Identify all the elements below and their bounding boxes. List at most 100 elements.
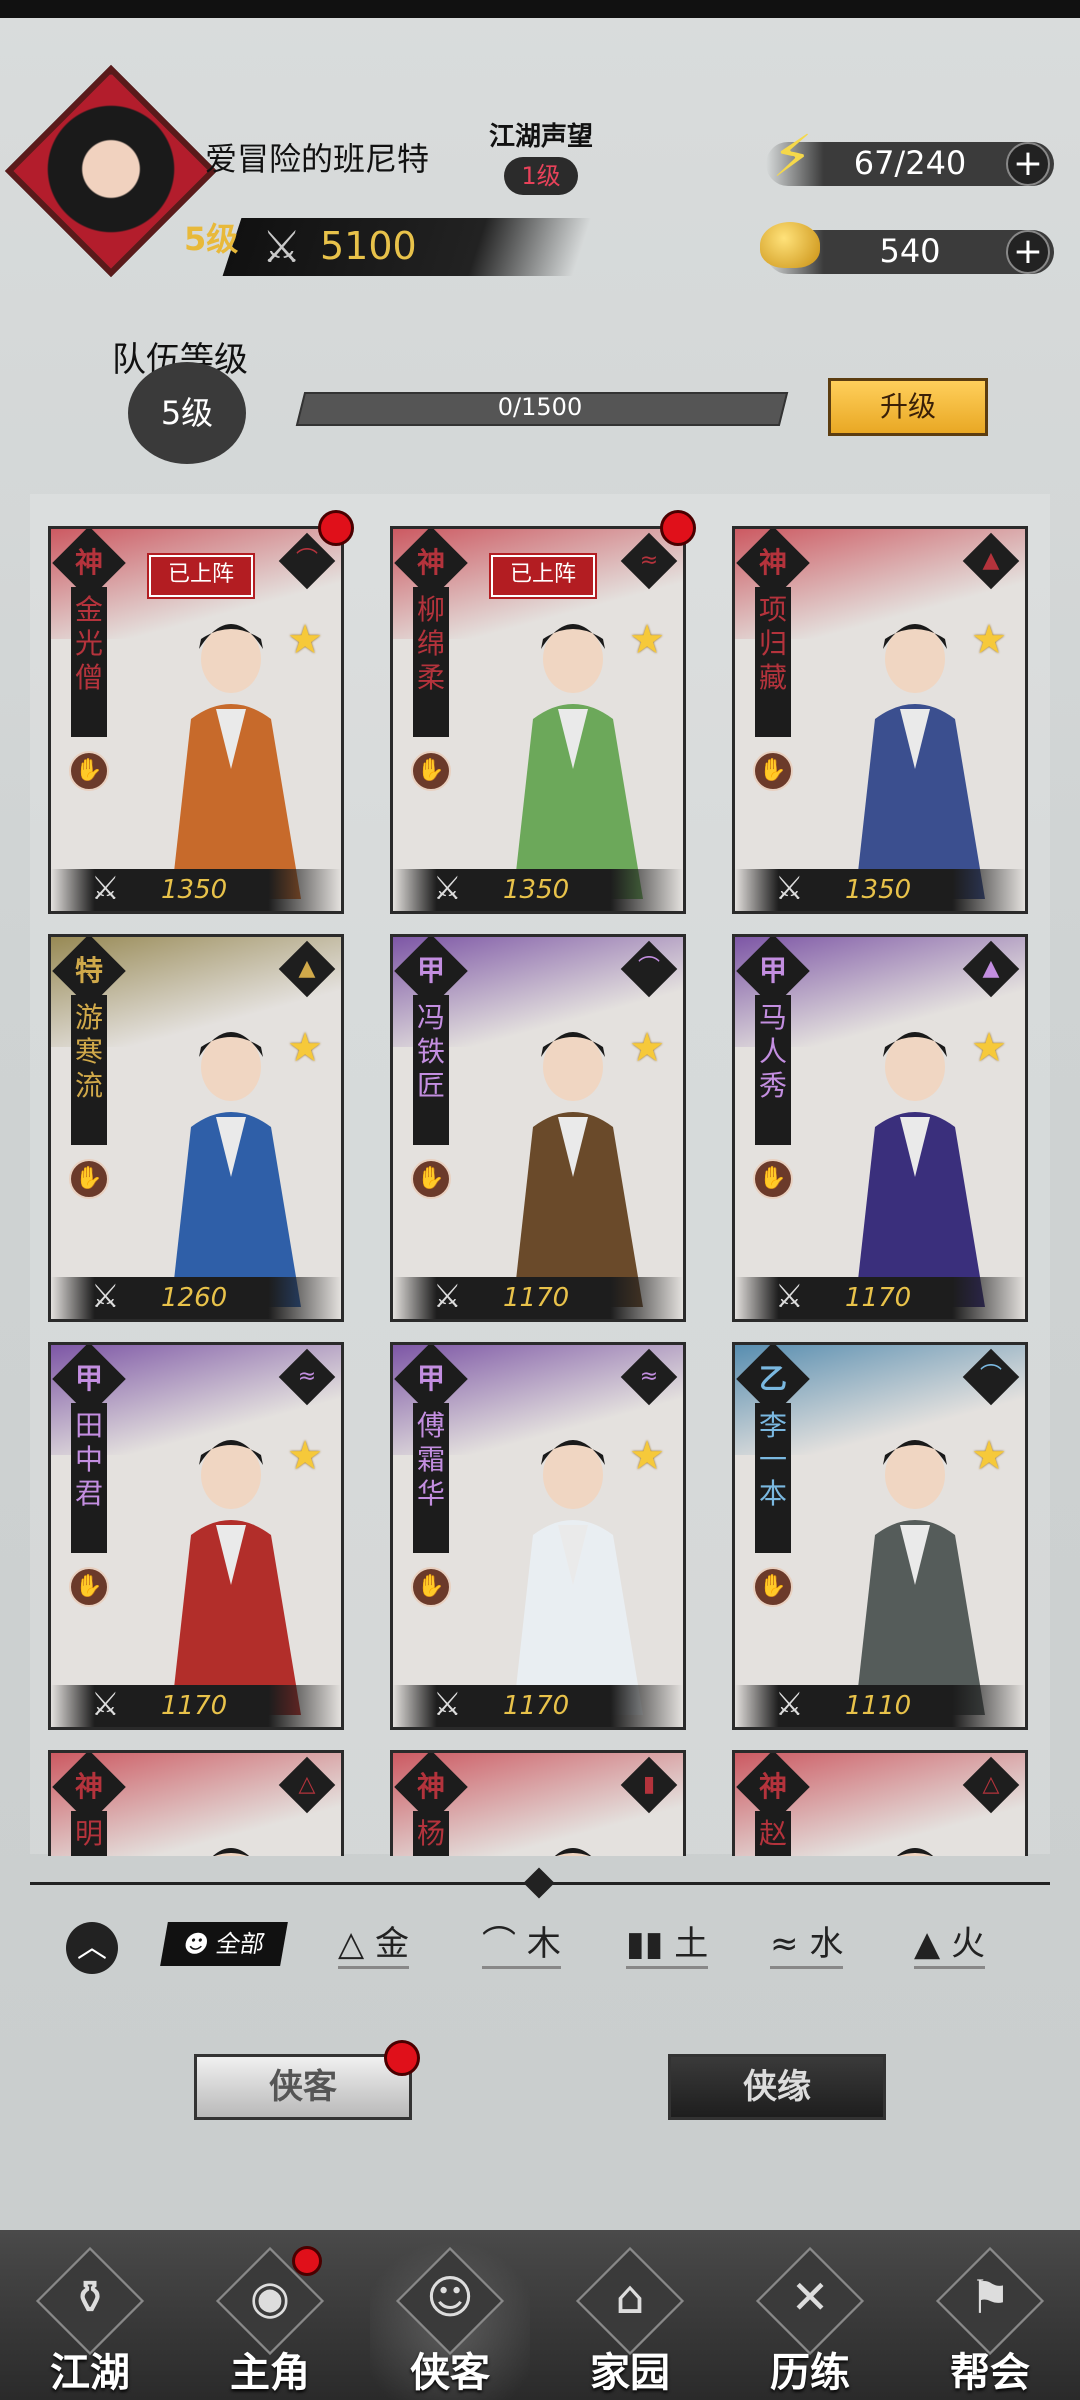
hero-card[interactable]: 甲 傅霜华 ≈ ✋ ★ ⚔ 1170 (390, 1342, 686, 1730)
filter-all-button[interactable]: ☻ 全部 (160, 1922, 288, 1966)
earth-icon: ▮▮ (626, 1924, 664, 1964)
wood-icon: ⌒ (482, 1924, 516, 1964)
fire-element-icon: ▲ (982, 956, 1000, 981)
crossed-swords-icon: ⚔ (262, 222, 302, 273)
upgrade-button[interactable]: 升级 (828, 378, 988, 436)
hero-grid: 神 金光僧 ⌒ ✋ ★ ⚔ 1350 已上阵 神 柳绵柔 ≈ ✋ ★ ⚔ 135… (0, 500, 1080, 1856)
hero-name: 游寒流 (74, 1001, 103, 1102)
crossed-swords-icon: ⚔ (433, 1685, 462, 1723)
hero-name: 杨 (416, 1817, 445, 1850)
hero-rank: 甲 (416, 954, 445, 987)
filter-metal-button[interactable]: △ 金 (338, 1916, 409, 1969)
hero-power: 1170 (845, 1283, 912, 1313)
team-exp-text: 0/1500 (497, 393, 583, 421)
status-bar (0, 0, 1080, 18)
tab-heroes[interactable]: 侠客 (194, 2054, 412, 2120)
hero-card[interactable]: 特 游寒流 ▲ ✋ ★ ⚔ 1260 (48, 934, 344, 1322)
school-icon: ✋ (753, 1567, 793, 1607)
school-icon: ✋ (69, 1159, 109, 1199)
filter-fire-label: 火 (950, 1924, 985, 1964)
school-icon: ✋ (411, 751, 451, 791)
nav-jianghu[interactable]: ⚱ 江湖 (10, 2230, 170, 2400)
nav-heroes[interactable]: ☺ 侠客 (370, 2230, 530, 2400)
nav-label: 帮会 (950, 2349, 1030, 2396)
hero-card[interactable]: 甲 马人秀 ▲ ✋ ★ ⚔ 1170 (732, 934, 1028, 1322)
hero-card[interactable]: 甲 冯铁匠 ⌒ ✋ ★ ⚔ 1170 (390, 934, 686, 1322)
hero-card[interactable]: 神 赵 △ (732, 1750, 1028, 1856)
filter-fire-button[interactable]: ▲ 火 (914, 1916, 985, 1969)
hero-name: 冯铁匠 (416, 1001, 445, 1102)
hero-name: 傅霜华 (416, 1409, 445, 1510)
filter-earth-button[interactable]: ▮▮ 土 (626, 1916, 709, 1969)
collapse-icon[interactable]: ︿ (66, 1922, 118, 1974)
hero-card[interactable]: 神 柳绵柔 ≈ ✋ ★ ⚔ 1350 已上阵 (390, 526, 686, 914)
hero-red-dot (660, 510, 696, 546)
fire-icon: ▲ (914, 1924, 941, 1964)
home-icon: ⌂ (615, 2270, 645, 2324)
hero-rank: 甲 (758, 954, 787, 987)
nav-training[interactable]: ✕ 历练 (730, 2230, 890, 2400)
hero-name: 明 (74, 1817, 103, 1850)
filter-all-label: 全部 (213, 1930, 267, 1958)
nav-label: 历练 (770, 2349, 850, 2396)
star-icon: ★ (629, 1025, 665, 1071)
hero-name: 项归藏 (758, 593, 787, 694)
nav-red-dot (292, 2246, 322, 2276)
hero-power: 1260 (161, 1283, 228, 1313)
school-icon: ✋ (69, 1567, 109, 1607)
hero-name: 柳绵柔 (416, 593, 445, 694)
filter-wood-button[interactable]: ⌒ 木 (482, 1916, 561, 1969)
earth-element-icon: ▮ (642, 1772, 656, 1797)
metal-element-icon: △ (982, 1772, 1000, 1797)
hero-card[interactable]: 甲 田中君 ≈ ✋ ★ ⚔ 1170 (48, 1342, 344, 1730)
filter-wood-label: 木 (526, 1924, 561, 1964)
wood-element-icon: ⌒ (637, 956, 660, 981)
hero-rank: 神 (74, 1770, 103, 1803)
hero-power: 1350 (161, 875, 228, 905)
hero-card[interactable]: 神 明 △ (48, 1750, 344, 1856)
deployed-badge: 已上阵 (489, 553, 597, 599)
guild-icon: ⚑ (969, 2270, 1011, 2324)
hero-rank: 甲 (74, 1362, 103, 1395)
school-icon: ✋ (753, 751, 793, 791)
filter-earth-label: 土 (674, 1924, 709, 1964)
add-gold-button[interactable]: + (1006, 230, 1050, 274)
hero-card[interactable]: 神 项归藏 ▲ ✋ ★ ⚔ 1350 (732, 526, 1028, 914)
crossed-swords-icon: ⚔ (775, 1277, 804, 1315)
school-icon: ✋ (411, 1567, 451, 1607)
crossed-swords-icon: ⚔ (91, 1685, 120, 1723)
fire-element-icon: ▲ (298, 956, 316, 981)
hero-red-dot (318, 510, 354, 546)
nav-home[interactable]: ⌂ 家园 (550, 2230, 710, 2400)
heroes-icon: ☺ (426, 2270, 474, 2324)
hero-rank: 神 (416, 1770, 445, 1803)
filter-metal-label: 金 (374, 1924, 409, 1964)
hero-power: 1350 (503, 875, 570, 905)
deployed-badge: 已上阵 (147, 553, 255, 599)
hero-name: 田中君 (74, 1409, 103, 1510)
nav-protagonist[interactable]: ◉ 主角 (190, 2230, 350, 2400)
filter-water-button[interactable]: ≈ 水 (770, 1916, 844, 1969)
energy-value: 67/240 (853, 144, 967, 182)
bottom-nav: ⚱ 江湖 ◉ 主角 ☺ 侠客 ⌂ 家园 ✕ 历练 ⚑ 帮会 (0, 2230, 1080, 2400)
hero-rank: 神 (416, 546, 445, 579)
player-level: 5级 (184, 220, 239, 258)
add-energy-button[interactable]: + (1006, 142, 1050, 186)
hero-card[interactable]: 乙 李一本 ⌒ ✋ ★ ⚔ 1110 (732, 1342, 1028, 1730)
star-icon: ★ (971, 1025, 1007, 1071)
hero-power: 1350 (845, 875, 912, 905)
hero-rank: 甲 (416, 1362, 445, 1395)
heroes-tab-red-dot (384, 2040, 420, 2076)
hero-rank: 神 (74, 546, 103, 579)
hero-name: 马人秀 (758, 1001, 787, 1102)
reputation-box[interactable]: 江湖声望 1级 (482, 116, 600, 195)
nav-label: 侠客 (410, 2349, 490, 2396)
team-level-badge: 5级 (128, 362, 246, 464)
nav-guild[interactable]: ⚑ 帮会 (910, 2230, 1070, 2400)
hero-rank: 特 (74, 954, 103, 987)
player-name: 爱冒险的班尼特 (205, 140, 430, 178)
water-element-icon: ≈ (297, 1364, 317, 1389)
tab-bonds[interactable]: 侠缘 (668, 2054, 886, 2120)
hero-card[interactable]: 神 金光僧 ⌒ ✋ ★ ⚔ 1350 已上阵 (48, 526, 344, 914)
hero-card[interactable]: 神 杨 ▮ (390, 1750, 686, 1856)
